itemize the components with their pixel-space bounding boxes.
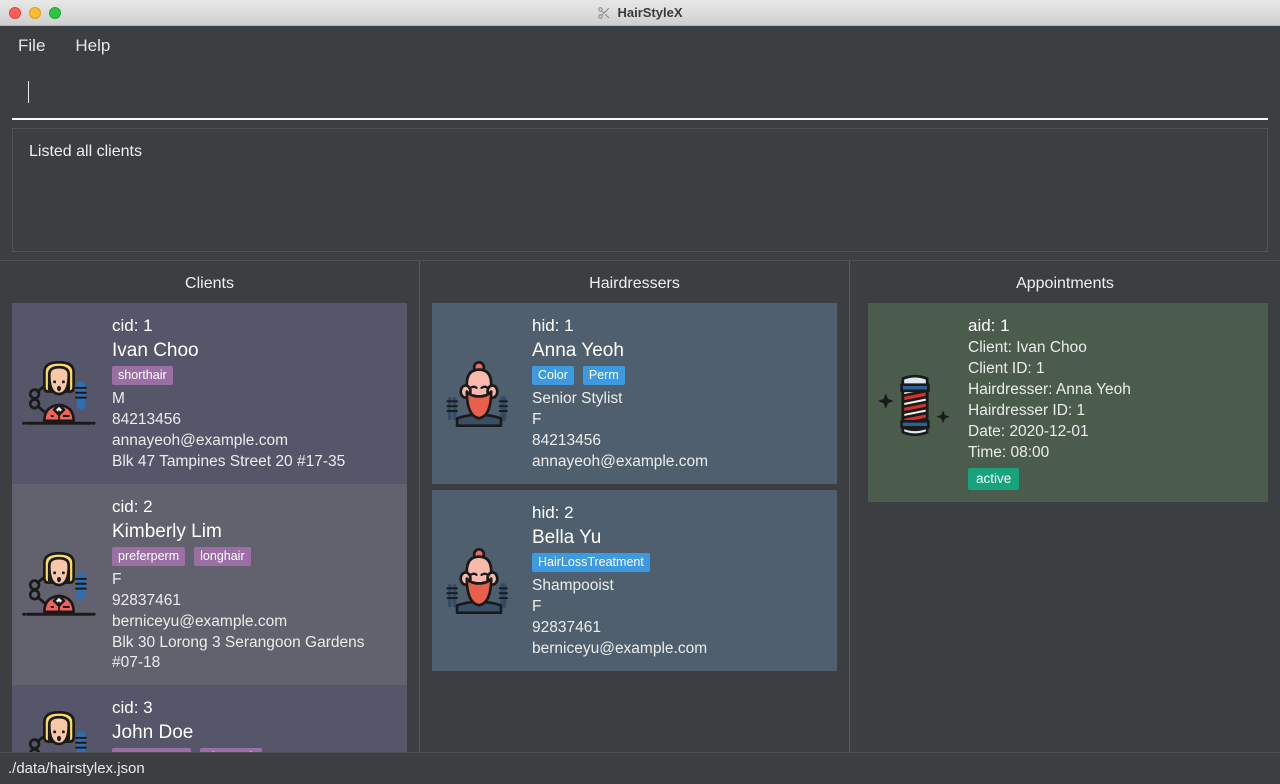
client-phone: 92837461	[112, 592, 181, 609]
window-title-text: HairStyleX	[617, 5, 683, 20]
appointment-date: Date: 2020-12-01	[968, 423, 1089, 440]
clients-list[interactable]: cid: 1 Ivan Choo shorthair M 84213456 an…	[12, 303, 407, 752]
client-tag: shortHair	[199, 748, 263, 752]
hairdresser-card[interactable]: hid: 2 Bella Yu HairLossTreatment Shampo…	[432, 490, 837, 671]
appointment-id-label: aid: 1	[968, 316, 1010, 335]
hairdresser-name: Anna Yeoh	[532, 340, 624, 361]
client-fields: cid: 1 Ivan Choo shorthair M 84213456 an…	[112, 315, 345, 472]
client-phone: 84213456	[112, 411, 181, 428]
hairdresser-fields: hid: 1 Anna Yeoh Color Perm Senior Styli…	[532, 315, 708, 472]
client-tag: preferperm	[112, 547, 186, 566]
hairdressers-panel: Hairdressers hid: 1 Anna Yeoh Color Perm…	[420, 261, 850, 752]
result-display-wrapper: Listed all clients	[0, 120, 1280, 260]
client-id-label: cid: 3	[112, 698, 153, 717]
hairdresser-email: berniceyu@example.com	[532, 640, 708, 657]
appointment-client: Client: Ivan Choo	[968, 339, 1087, 356]
client-tag-list: preferperm longhair	[112, 547, 397, 566]
client-gender: M	[112, 390, 125, 407]
client-tag-list: shorthair	[112, 366, 345, 385]
appointment-client-id: Client ID: 1	[968, 360, 1045, 377]
application-window: HairStyleX File Help Listed all clients …	[0, 0, 1280, 784]
client-tag: longhair	[194, 547, 251, 566]
hairdresser-tag: Color	[532, 366, 574, 385]
status-bar: ./data/hairstylex.json	[0, 752, 1280, 784]
client-gender: F	[112, 571, 122, 588]
client-email: berniceyu@example.com	[112, 613, 288, 630]
hairdressers-list[interactable]: hid: 1 Anna Yeoh Color Perm Senior Styli…	[432, 303, 837, 752]
client-id-label: cid: 2	[112, 497, 153, 516]
client-tag: shorthair	[112, 366, 173, 385]
appointments-panel-title: Appointments	[1016, 275, 1114, 292]
hairdresser-gender: F	[532, 598, 542, 615]
hairdresser-card[interactable]: hid: 1 Anna Yeoh Color Perm Senior Styli…	[432, 303, 837, 484]
client-avatar-icon	[20, 546, 98, 624]
hairdresser-title: Shampooist	[532, 577, 614, 594]
window-title-group: HairStyleX	[0, 5, 1280, 20]
menu-bar: File Help	[0, 26, 1280, 66]
text-caret	[28, 81, 29, 103]
title-bar: HairStyleX	[0, 0, 1280, 26]
hairdresser-phone: 84213456	[532, 432, 601, 449]
client-tag: owesMoney	[112, 748, 191, 752]
hairdresser-email: annayeoh@example.com	[532, 453, 709, 470]
appointments-panel: Appointments aid: 1 Client: Ivan Choo Cl…	[850, 261, 1280, 752]
client-address: Blk 30 Lorong 3 Serangoon Gardens #07-18	[112, 634, 365, 671]
clients-panel-title: Clients	[185, 275, 234, 292]
scissors-icon	[597, 6, 611, 20]
hairdresser-avatar-icon	[440, 355, 518, 433]
hairdresser-tag: HairLossTreatment	[532, 553, 650, 572]
client-fields: cid: 3 John Doe owesMoney shortHair M	[112, 697, 263, 752]
hairdresser-phone: 92837461	[532, 619, 601, 636]
menu-item-help[interactable]: Help	[75, 36, 110, 56]
appointment-card[interactable]: aid: 1 Client: Ivan Choo Client ID: 1 Ha…	[868, 303, 1268, 502]
client-card[interactable]: cid: 3 John Doe owesMoney shortHair M	[12, 685, 407, 752]
appointment-time: Time: 08:00	[968, 444, 1050, 461]
command-input-field[interactable]	[12, 66, 1268, 120]
hairdresser-id-label: hid: 1	[532, 316, 574, 335]
appointment-fields: aid: 1 Client: Ivan Choo Client ID: 1 Ha…	[968, 315, 1131, 490]
appointment-hairdresser: Hairdresser: Anna Yeoh	[968, 381, 1131, 398]
hairdresser-id-label: hid: 2	[532, 503, 574, 522]
hairdresser-name: Bella Yu	[532, 527, 602, 548]
appointment-hairdresser-id: Hairdresser ID: 1	[968, 402, 1086, 419]
hairdresser-tag: Perm	[582, 366, 625, 385]
clients-panel: Clients cid: 1 Ivan Choo shorthair M 842…	[0, 261, 420, 752]
client-card[interactable]: cid: 2 Kimberly Lim preferperm longhair …	[12, 484, 407, 685]
client-name: Kimberly Lim	[112, 521, 222, 542]
save-location-path: ./data/hairstylex.json	[8, 760, 145, 777]
hairdresser-avatar-icon	[440, 542, 518, 620]
hairdresser-fields: hid: 2 Bella Yu HairLossTreatment Shampo…	[532, 502, 707, 659]
hairdresser-tag-list: HairLossTreatment	[532, 553, 707, 572]
hairdresser-tag-list: Color Perm	[532, 366, 708, 385]
hairdressers-panel-title: Hairdressers	[589, 275, 680, 292]
hairdresser-title: Senior Stylist	[532, 390, 623, 407]
client-fields: cid: 2 Kimberly Lim preferperm longhair …	[112, 496, 397, 673]
appointment-status-row: active	[968, 464, 1131, 490]
client-avatar-icon	[20, 705, 98, 752]
status-badge: active	[968, 468, 1020, 490]
client-id-label: cid: 1	[112, 316, 153, 335]
result-display: Listed all clients	[12, 128, 1268, 252]
client-tag-list: owesMoney shortHair	[112, 748, 263, 752]
panels-container: Clients cid: 1 Ivan Choo shorthair M 842…	[0, 260, 1280, 752]
client-card[interactable]: cid: 1 Ivan Choo shorthair M 84213456 an…	[12, 303, 407, 484]
appointments-list[interactable]: aid: 1 Client: Ivan Choo Client ID: 1 Ha…	[868, 303, 1268, 752]
client-email: annayeoh@example.com	[112, 432, 289, 449]
client-name: Ivan Choo	[112, 340, 199, 361]
barber-pole-icon	[876, 364, 954, 442]
hairdresser-gender: F	[532, 411, 542, 428]
client-avatar-icon	[20, 355, 98, 433]
client-name: John Doe	[112, 722, 194, 743]
client-address: Blk 47 Tampines Street 20 #17-35	[112, 453, 346, 470]
menu-item-file[interactable]: File	[18, 36, 45, 56]
